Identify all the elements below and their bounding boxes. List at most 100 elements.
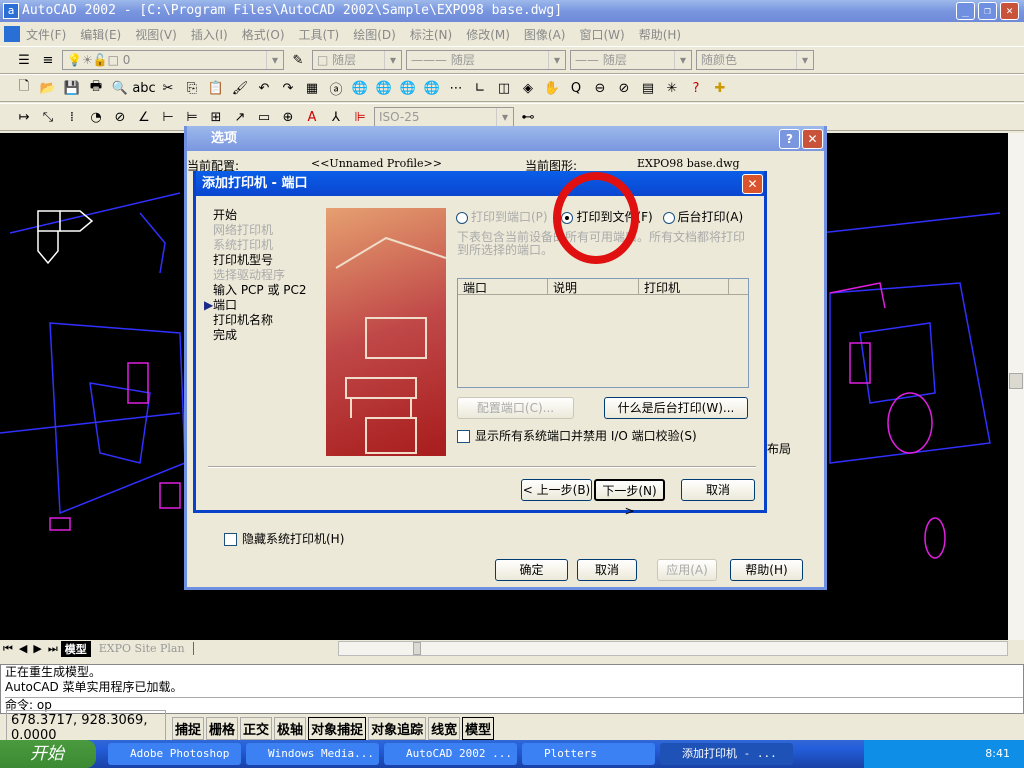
undo-icon[interactable]: ↶ xyxy=(254,78,274,98)
options-cancel-button[interactable]: 取消 xyxy=(577,559,637,581)
save-icon[interactable]: 💾 xyxy=(62,78,82,98)
menu-format[interactable]: 格式(O) xyxy=(242,26,285,43)
menu-help[interactable]: 帮助(H) xyxy=(639,26,681,43)
open-icon[interactable]: 📂 xyxy=(38,78,58,98)
task-plotters[interactable]: Plotters xyxy=(522,743,655,765)
ucs-icon[interactable]: ∟ xyxy=(470,78,490,98)
task-windows-media[interactable]: Windows Media... xyxy=(246,743,379,765)
redo-icon[interactable]: ↷ xyxy=(278,78,298,98)
web-3-icon[interactable]: 🌐 xyxy=(398,78,418,98)
task-photoshop[interactable]: Adobe Photoshop xyxy=(108,743,241,765)
options-help-text-button[interactable]: 帮助(H) xyxy=(730,559,803,581)
tools-icon[interactable]: ✳ xyxy=(662,78,682,98)
zoom-window-icon[interactable]: ⊖ xyxy=(590,78,610,98)
dim-update-icon[interactable]: ⊫ xyxy=(350,107,370,127)
design-center-icon[interactable]: ▦ xyxy=(302,78,322,98)
angular-dim-icon[interactable]: ∠ xyxy=(134,107,154,127)
show-all-ports-checkbox[interactable]: 显示所有系统端口并禁用 I/O 端口校验(S) xyxy=(457,427,697,444)
start-button[interactable]: 开始 xyxy=(0,740,96,768)
menu-window[interactable]: 窗口(W) xyxy=(579,26,624,43)
close-button[interactable]: ✕ xyxy=(1000,2,1019,20)
object-snap-icon[interactable]: ⋯ xyxy=(446,78,466,98)
what-is-spool-button[interactable]: 什么是后台打印(W)... xyxy=(604,397,748,419)
paste-icon[interactable]: 📋 xyxy=(206,78,226,98)
plotstyle-dropdown[interactable]: 随颜色 xyxy=(696,50,814,70)
aligned-dim-icon[interactable]: ⤡ xyxy=(38,107,58,127)
radius-dim-icon[interactable]: ◔ xyxy=(86,107,106,127)
tab-last-icon[interactable]: ⏭ xyxy=(45,642,61,656)
tab-next-icon[interactable]: ▶ xyxy=(30,642,44,655)
web-2-icon[interactable]: 🌐 xyxy=(374,78,394,98)
properties-icon[interactable]: ▤ xyxy=(638,78,658,98)
back-button[interactable]: < 上一步(B) xyxy=(521,479,592,501)
continue-dim-icon[interactable]: ⊞ xyxy=(206,107,226,127)
menu-view[interactable]: 视图(V) xyxy=(135,26,177,43)
toggle-ortho[interactable]: 正交 xyxy=(240,716,273,740)
diameter-dim-icon[interactable]: ⊘ xyxy=(110,107,130,127)
menu-draw[interactable]: 绘图(D) xyxy=(353,26,396,43)
column-description[interactable]: 说明 xyxy=(548,279,639,295)
toggle-otrack[interactable]: 对象追踪 xyxy=(368,716,427,740)
cut-icon[interactable]: ✂ xyxy=(158,78,178,98)
wizard-cancel-button[interactable]: 取消 xyxy=(681,479,755,501)
tab-first-icon[interactable]: ⏮ xyxy=(0,642,16,656)
color-dropdown[interactable]: □ 随层 xyxy=(312,50,402,70)
quick-dim-icon[interactable]: ⊢ xyxy=(158,107,178,127)
spelling-icon[interactable]: abc xyxy=(132,78,155,98)
wizard-close-button[interactable]: ✕ xyxy=(742,174,763,194)
radio-spool[interactable]: 后台打印(A) xyxy=(662,210,743,224)
center-mark-icon[interactable]: ⊕ xyxy=(278,107,298,127)
hide-system-printers-checkbox[interactable]: 隐藏系统打印机(H) xyxy=(224,530,344,547)
hscroll-thumb[interactable] xyxy=(413,642,421,655)
toggle-polar[interactable]: 极轴 xyxy=(274,716,307,740)
scroll-thumb[interactable] xyxy=(1009,373,1023,389)
named-views-icon[interactable]: ◫ xyxy=(494,78,514,98)
zoom-realtime-icon[interactable]: Q xyxy=(566,78,586,98)
match-properties-icon[interactable]: 🖌 xyxy=(230,78,250,98)
copy-icon[interactable]: ⎘ xyxy=(182,78,202,98)
preview-icon[interactable]: 🔍 xyxy=(110,78,130,98)
web-4-icon[interactable]: 🌐 xyxy=(422,78,442,98)
menu-insert[interactable]: 插入(I) xyxy=(191,26,228,43)
task-autocad[interactable]: AutoCAD 2002 ... xyxy=(384,743,517,765)
layer-dropdown[interactable]: 💡☀🔓□ 0 xyxy=(62,50,284,70)
dim-edit-icon[interactable]: A xyxy=(302,107,322,127)
pan-icon[interactable]: ✋ xyxy=(542,78,562,98)
tab-model[interactable]: 模型 xyxy=(60,640,91,657)
menu-modify[interactable]: 修改(M) xyxy=(466,26,510,43)
toggle-lineweight[interactable]: 线宽 xyxy=(428,716,461,740)
horizontal-scrollbar[interactable] xyxy=(338,641,1008,656)
column-port[interactable]: 端口 xyxy=(458,279,548,295)
lineweight-dropdown[interactable]: —— 随层 xyxy=(570,50,692,70)
toggle-grid[interactable]: 栅格 xyxy=(206,716,239,740)
ordinate-dim-icon[interactable]: ⁞ xyxy=(62,107,82,127)
menu-file[interactable]: 文件(F) xyxy=(26,26,66,43)
tolerance-icon[interactable]: ▭ xyxy=(254,107,274,127)
linetype-dropdown[interactable]: ——— 随层 xyxy=(406,50,566,70)
make-current-layer-icon[interactable]: ✎ xyxy=(288,50,308,70)
new-icon[interactable]: 🗋 xyxy=(14,78,34,98)
dim-text-edit-icon[interactable]: ⅄ xyxy=(326,107,346,127)
task-add-printer[interactable]: 添加打印机 - ... xyxy=(660,743,793,765)
print-icon[interactable]: 🖶 xyxy=(86,78,106,98)
menu-edit[interactable]: 编辑(E) xyxy=(80,26,121,43)
menu-image[interactable]: 图像(A) xyxy=(524,26,566,43)
dimension-style-icon[interactable]: ⊷ xyxy=(518,107,538,127)
ports-table[interactable]: 端口 说明 打印机 xyxy=(457,278,749,388)
web-icon[interactable]: 🌐 xyxy=(350,78,370,98)
toggle-osnap[interactable]: 对象捕捉 xyxy=(308,716,367,740)
toggle-model[interactable]: 模型 xyxy=(462,716,495,740)
ok-button[interactable]: 确定 xyxy=(495,559,568,581)
vertical-scrollbar[interactable] xyxy=(1008,133,1024,640)
maximize-button[interactable]: ❐ xyxy=(978,2,997,20)
linear-dim-icon[interactable]: ↦ xyxy=(14,107,34,127)
help-icon[interactable]: ? xyxy=(686,78,706,98)
3d-orbit-icon[interactable]: ◈ xyxy=(518,78,538,98)
leader-icon[interactable]: ↗ xyxy=(230,107,250,127)
tab-prev-icon[interactable]: ◀ xyxy=(16,642,30,655)
layers-icon[interactable]: ☰ xyxy=(14,50,34,70)
layer-previous-icon[interactable]: ≡ xyxy=(38,50,58,70)
menu-tools[interactable]: 工具(T) xyxy=(299,26,340,43)
baseline-dim-icon[interactable]: ⊨ xyxy=(182,107,202,127)
autodesk-icon[interactable]: ⓐ xyxy=(326,78,346,98)
